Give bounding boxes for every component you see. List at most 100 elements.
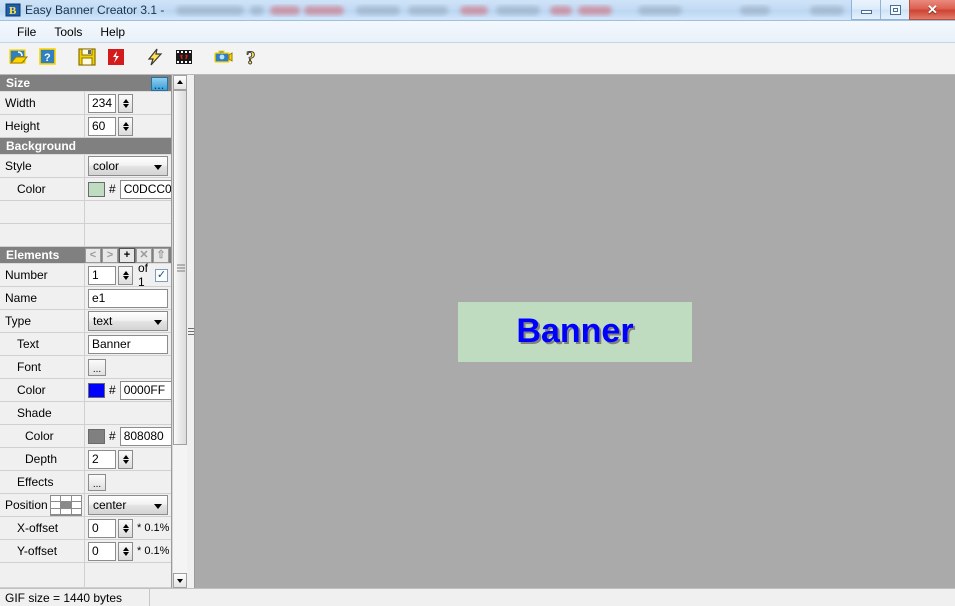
label-empty — [0, 563, 85, 587]
height-input[interactable]: 60 — [88, 117, 116, 136]
element-number-input[interactable]: 1 — [88, 266, 116, 285]
raise-element-button[interactable]: ⇧ — [153, 248, 169, 263]
shade-depth-input[interactable]: 2 — [88, 450, 116, 469]
label-empty — [0, 224, 85, 246]
element-type-select[interactable]: text — [88, 311, 168, 331]
svg-text:?: ? — [246, 48, 256, 68]
position-cell-0[interactable] — [51, 496, 60, 502]
row-bg-empty-1 — [0, 201, 171, 224]
title-redacted-text — [170, 4, 955, 17]
toolbar-help-button[interactable]: ? — [239, 46, 265, 72]
prev-icon: < — [90, 250, 96, 261]
field-element-number: 1 of 1 ✓ — [85, 264, 171, 286]
row-x-offset: X-offset 0 * 0.1% — [0, 517, 171, 540]
prev-element-button[interactable]: < — [85, 248, 101, 263]
chevron-down-icon — [154, 165, 162, 170]
menu-item-tools[interactable]: Tools — [45, 23, 91, 41]
x-offset-input[interactable]: 0 — [88, 519, 116, 538]
y-offset-input[interactable]: 0 — [88, 542, 116, 561]
position-cell-1[interactable] — [61, 496, 70, 502]
shade-color-hex-input[interactable]: 808080 — [120, 427, 172, 446]
label-element-color: Color — [0, 379, 85, 401]
scrollbar-track[interactable] — [173, 90, 187, 573]
bg-color-hex-input[interactable]: C0DCC0 — [120, 180, 172, 199]
banner-canvas[interactable]: Banner — [195, 75, 955, 588]
window-title: Easy Banner Creator 3.1 - — [25, 3, 164, 17]
position-cell-8[interactable] — [72, 509, 81, 515]
position-cell-3[interactable] — [51, 502, 60, 508]
chevron-down-icon — [177, 579, 183, 583]
width-input[interactable]: 234 — [88, 94, 116, 113]
panel-splitter[interactable] — [187, 75, 195, 588]
lightning-effect-icon — [144, 46, 166, 71]
ellipsis-icon: ... — [93, 365, 101, 375]
elements-group-buttons: < > + ✕ ⇧ — [85, 247, 170, 264]
menu-bar: File Tools Help — [0, 21, 955, 43]
element-text-input[interactable]: Banner — [88, 335, 168, 354]
chevron-down-icon — [154, 504, 162, 509]
new-banner-icon: ? — [37, 46, 59, 71]
field-element-name: e1 — [85, 287, 171, 309]
element-number-stepper[interactable] — [118, 266, 133, 285]
status-spacer — [150, 589, 955, 606]
element-visible-checkbox[interactable]: ✓ — [155, 269, 168, 282]
field-element-text: Banner — [85, 333, 171, 355]
stepper-up-icon — [123, 271, 129, 275]
help-question-icon: ? — [241, 46, 263, 71]
status-gif-size: GIF size = 1440 bytes — [0, 589, 150, 606]
banner-preview[interactable]: Banner — [458, 302, 692, 362]
x-offset-stepper[interactable] — [118, 519, 133, 538]
element-name-input[interactable]: e1 — [88, 289, 168, 308]
toolbar-save-button[interactable] — [74, 46, 100, 72]
toolbar-open-button[interactable] — [6, 46, 32, 72]
sidebar-scrollbar[interactable] — [172, 75, 187, 588]
maximize-button[interactable] — [880, 0, 909, 20]
position-cell-5[interactable] — [72, 502, 81, 508]
label-bg-color: Color — [0, 178, 85, 200]
position-cell-6[interactable] — [51, 509, 60, 515]
font-dialog-button[interactable]: ... — [88, 359, 106, 376]
size-dialog-button[interactable]: ... — [151, 77, 168, 91]
next-element-button[interactable]: > — [102, 248, 118, 263]
label-x-offset: X-offset — [0, 517, 85, 539]
position-select[interactable]: center — [88, 495, 168, 515]
maximize-icon — [890, 5, 901, 15]
toolbar-animation-button[interactable] — [171, 46, 197, 72]
row-element-font: Font ... — [0, 356, 171, 379]
bg-style-select[interactable]: color — [88, 156, 168, 176]
properties-sidebar: Size ... Width 234 Height — [0, 75, 172, 588]
scroll-down-button[interactable] — [173, 573, 187, 588]
label-element-name: Name — [0, 287, 85, 309]
position-grid-picker[interactable] — [50, 495, 82, 516]
size-group-buttons: ... — [151, 75, 170, 92]
toolbar-effects-button[interactable] — [142, 46, 168, 72]
menu-item-file[interactable]: File — [8, 23, 45, 41]
row-width: Width 234 — [0, 92, 171, 115]
close-button[interactable]: ✕ — [909, 0, 955, 20]
shade-depth-stepper[interactable] — [118, 450, 133, 469]
y-offset-stepper[interactable] — [118, 542, 133, 561]
label-element-font: Font — [0, 356, 85, 378]
toolbar-image-button[interactable] — [210, 46, 236, 72]
label-bg-style: Style — [0, 155, 85, 177]
menu-item-help[interactable]: Help — [91, 23, 134, 41]
toolbar-new-button[interactable]: ? — [35, 46, 61, 72]
scroll-up-button[interactable] — [173, 75, 187, 90]
shade-color-swatch[interactable] — [88, 429, 105, 444]
flash-export-icon — [105, 46, 127, 71]
row-y-offset: Y-offset 0 * 0.1% — [0, 540, 171, 563]
element-color-hex-input[interactable]: 0000FF — [120, 381, 172, 400]
label-shade-depth: Depth — [0, 448, 85, 470]
width-stepper[interactable] — [118, 94, 133, 113]
toolbar-flash-export-button[interactable] — [103, 46, 129, 72]
height-stepper[interactable] — [118, 117, 133, 136]
bg-color-swatch[interactable] — [88, 182, 105, 197]
position-cell-2[interactable] — [72, 496, 81, 502]
element-color-swatch[interactable] — [88, 383, 105, 398]
effects-dialog-button[interactable]: ... — [88, 474, 106, 491]
position-cell-4[interactable] — [61, 502, 70, 508]
minimize-button[interactable] — [851, 0, 880, 20]
open-folder-icon — [8, 46, 30, 71]
scrollbar-thumb[interactable] — [173, 90, 187, 445]
position-cell-7[interactable] — [61, 509, 70, 515]
